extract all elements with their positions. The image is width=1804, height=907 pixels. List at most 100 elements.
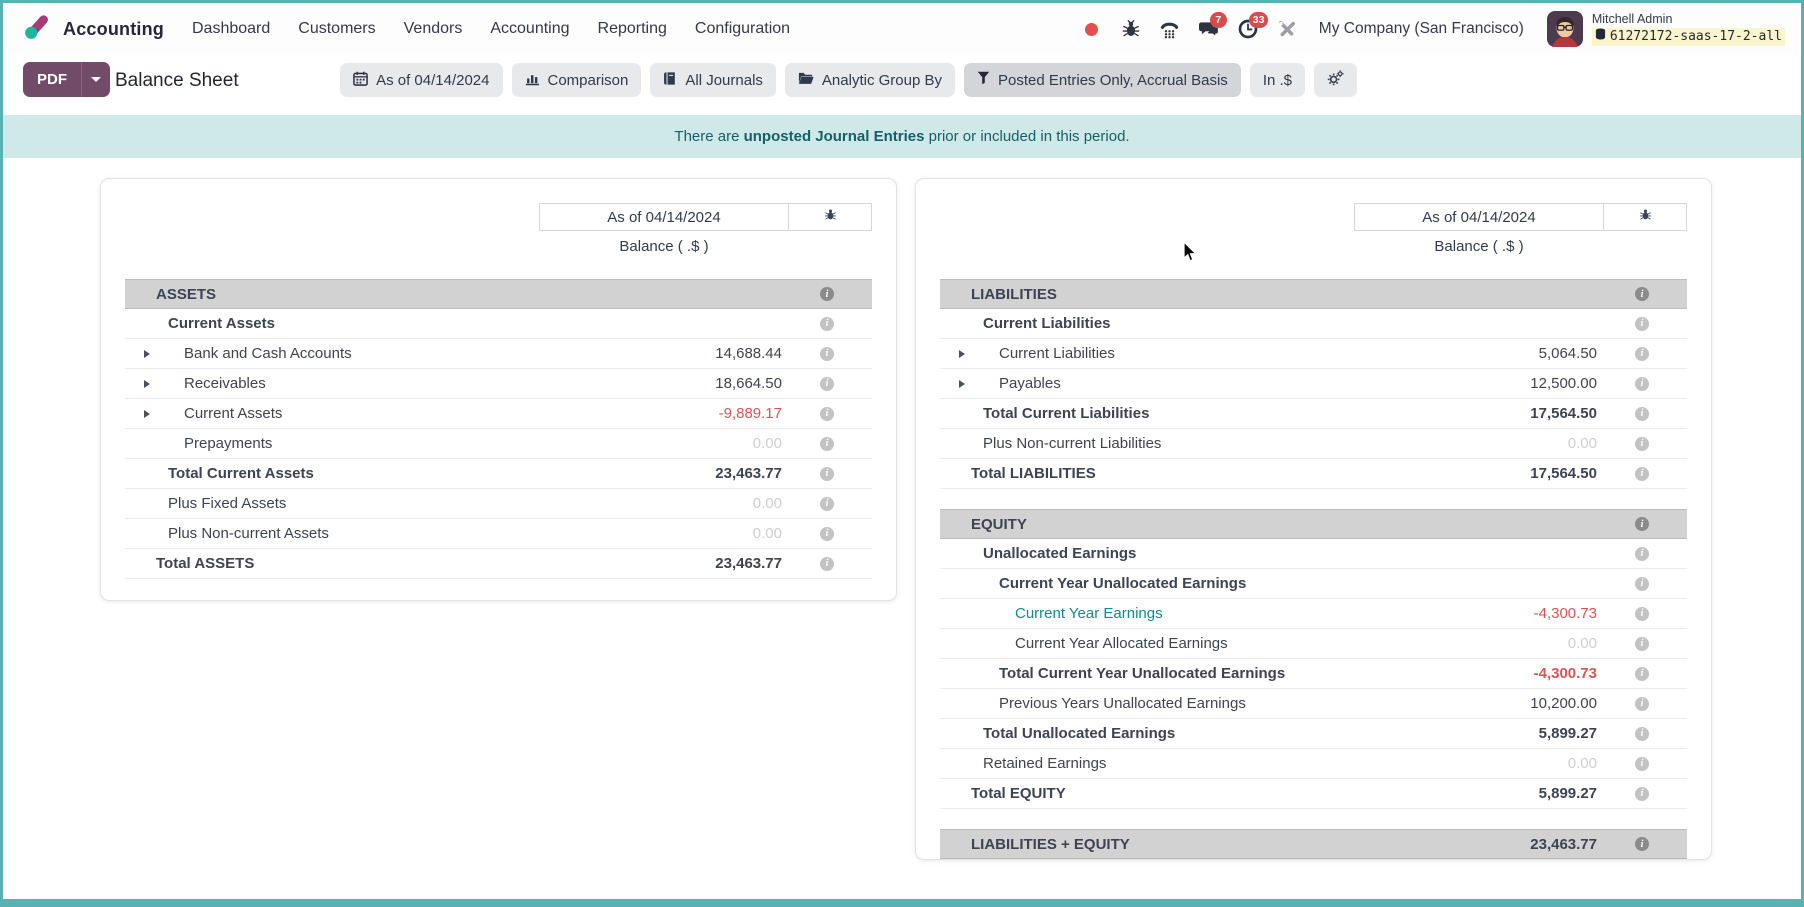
info-icon[interactable]: i — [1635, 757, 1649, 771]
info-icon[interactable]: i — [1635, 407, 1649, 421]
report-settings-button[interactable] — [1314, 63, 1357, 97]
menu-configuration[interactable]: Configuration — [693, 16, 792, 42]
line-label: Current Assets — [125, 315, 275, 332]
phone-icon[interactable] — [1159, 18, 1181, 40]
expand-caret-icon[interactable] — [144, 350, 150, 358]
date-filter-button[interactable]: As of 04/14/2024 — [340, 63, 502, 97]
report-line[interactable]: Payables12,500.00i — [940, 369, 1687, 399]
report-line: Unallocated Earningsi — [940, 539, 1687, 569]
line-value: 0.00 — [753, 495, 782, 512]
column-header-date: As of 04/14/2024 — [1354, 203, 1604, 231]
report-line: Total Current Assets23,463.77i — [125, 459, 872, 489]
info-icon[interactable]: i — [1635, 547, 1649, 561]
menu-reporting[interactable]: Reporting — [596, 16, 669, 42]
menu-dashboard[interactable]: Dashboard — [190, 16, 272, 42]
info-icon[interactable]: i — [820, 557, 834, 571]
comparison-filter-button[interactable]: Comparison — [512, 63, 642, 97]
currency-filter-button[interactable]: In .$ — [1250, 63, 1305, 97]
book-icon — [663, 71, 677, 90]
info-icon[interactable]: i — [1635, 837, 1649, 851]
line-label[interactable]: Current Year Earnings — [940, 605, 1163, 622]
info-icon[interactable]: i — [820, 347, 834, 361]
unposted-entries-banner: There are unposted Journal Entries prior… — [3, 115, 1801, 158]
tools-icon[interactable] — [1276, 18, 1298, 40]
info-icon[interactable]: i — [1635, 377, 1649, 391]
info-icon[interactable]: i — [820, 287, 834, 301]
clock-icon[interactable]: 33 — [1237, 18, 1259, 40]
expand-caret-icon[interactable] — [959, 350, 965, 358]
line-label: LIABILITIES + EQUITY — [940, 836, 1130, 853]
info-icon[interactable]: i — [820, 497, 834, 511]
info-icon[interactable]: i — [820, 467, 834, 481]
pdf-split-button: PDF — [23, 62, 110, 97]
line-value: 5,899.27 — [1539, 725, 1597, 742]
info-icon[interactable]: i — [1635, 727, 1649, 741]
line-value: -4,300.73 — [1534, 665, 1597, 682]
info-icon[interactable]: i — [1635, 437, 1649, 451]
apps-menu-button[interactable]: Accounting — [23, 12, 164, 46]
posted-entries-filter-button[interactable]: Posted Entries Only, Accrual Basis — [964, 63, 1241, 97]
line-label: Plus Fixed Assets — [125, 495, 286, 512]
info-icon[interactable]: i — [820, 377, 834, 391]
line-value: 10,200.00 — [1530, 695, 1597, 712]
folder-icon — [798, 71, 814, 89]
info-icon[interactable]: i — [1635, 517, 1649, 531]
report-section: LIABILITIES + EQUITY23,463.77i — [940, 829, 1687, 859]
line-label: Total ASSETS — [125, 555, 254, 572]
bar-chart-icon — [525, 71, 540, 90]
expand-caret-icon[interactable] — [959, 380, 965, 388]
report-line[interactable]: Current Liabilities5,064.50i — [940, 339, 1687, 369]
info-icon[interactable]: i — [1635, 287, 1649, 301]
line-value: -9,889.17 — [719, 405, 782, 422]
record-dot-icon[interactable] — [1081, 18, 1103, 40]
report-line[interactable]: LIABILITIES + EQUITY23,463.77i — [940, 829, 1687, 859]
user-menu[interactable]: Mitchell Admin 61272172-saas-17-2-all — [1547, 11, 1785, 47]
company-switcher[interactable]: My Company (San Francisco) — [1319, 20, 1524, 38]
report-line[interactable]: ASSETSi — [125, 279, 872, 309]
column-header: As of 04/14/2024 — [940, 203, 1687, 231]
info-icon[interactable]: i — [1635, 577, 1649, 591]
info-icon[interactable]: i — [1635, 637, 1649, 651]
info-icon[interactable]: i — [1635, 697, 1649, 711]
menu-customers[interactable]: Customers — [296, 16, 377, 42]
report-line[interactable]: EQUITY i — [940, 509, 1687, 539]
banner-text: There are — [674, 128, 743, 145]
info-icon[interactable]: i — [1635, 467, 1649, 481]
expand-caret-icon[interactable] — [144, 380, 150, 388]
info-icon[interactable]: i — [1635, 317, 1649, 331]
banner-bold-text: unposted Journal Entries — [744, 128, 925, 145]
info-icon[interactable]: i — [1635, 667, 1649, 681]
report-line[interactable]: Bank and Cash Accounts14,688.44i — [125, 339, 872, 369]
report-line: Current Year Unallocated Earningsi — [940, 569, 1687, 599]
info-icon[interactable]: i — [820, 317, 834, 331]
bug-icon[interactable] — [1120, 18, 1142, 40]
report-line[interactable]: Current Assets-9,889.17i — [125, 399, 872, 429]
info-icon[interactable]: i — [820, 437, 834, 451]
pdf-button[interactable]: PDF — [23, 62, 82, 97]
analytic-filter-button[interactable]: Analytic Group By — [785, 63, 955, 97]
info-icon[interactable]: i — [820, 527, 834, 541]
pdf-dropdown-toggle[interactable] — [82, 62, 110, 97]
bug-icon — [1639, 208, 1652, 226]
info-icon[interactable]: i — [1635, 347, 1649, 361]
line-value: 12,500.00 — [1530, 375, 1597, 392]
report-line[interactable]: LIABILITIESi — [940, 279, 1687, 309]
line-value: -4,300.73 — [1534, 605, 1597, 622]
report-line[interactable]: Receivables18,664.50i — [125, 369, 872, 399]
journals-filter-button[interactable]: All Journals — [650, 63, 776, 97]
report-line: Plus Fixed Assets 0.00 i — [125, 489, 872, 519]
info-icon[interactable]: i — [1635, 787, 1649, 801]
menu-accounting[interactable]: Accounting — [488, 16, 571, 42]
line-label: EQUITY — [940, 516, 1027, 533]
line-value: 17,564.50 — [1530, 405, 1597, 422]
info-icon[interactable]: i — [820, 407, 834, 421]
panel-assets: As of 04/14/2024 Balance ( .$ ) ASSETSiC… — [100, 178, 897, 601]
info-icon[interactable]: i — [1635, 607, 1649, 621]
expand-caret-icon[interactable] — [144, 410, 150, 418]
comparison-filter-label: Comparison — [548, 72, 629, 89]
line-label: Current Liabilities — [940, 345, 1115, 362]
line-label: Bank and Cash Accounts — [125, 345, 352, 362]
database-badge[interactable]: 61272172-saas-17-2-all — [1592, 28, 1785, 46]
chat-icon[interactable]: 7 — [1198, 18, 1220, 40]
menu-vendors[interactable]: Vendors — [402, 16, 465, 42]
